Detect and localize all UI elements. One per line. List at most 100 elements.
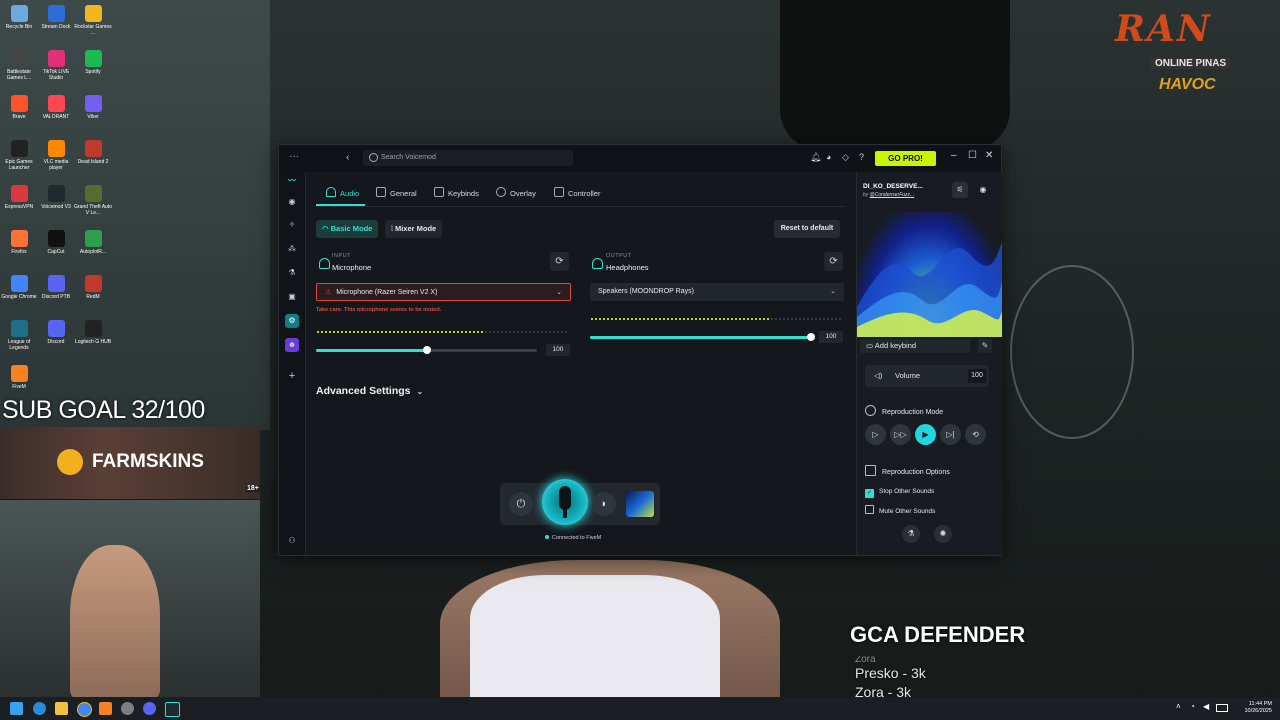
nav-profile-icon[interactable]: ☻ bbox=[285, 338, 299, 352]
play-overlap-button[interactable]: ▷▷ bbox=[890, 424, 911, 445]
explorer-icon[interactable] bbox=[55, 702, 68, 715]
help-icon[interactable]: ? bbox=[859, 152, 864, 162]
desktop-icon[interactable]: VALORANT bbox=[37, 95, 75, 120]
add-keybind-button[interactable]: ▭ Add keybind bbox=[860, 339, 970, 353]
tab-overlay[interactable]: Overlay bbox=[496, 187, 536, 198]
desktop-icon[interactable]: Grand Theft Auto V Le... bbox=[74, 185, 112, 216]
edit-pencil-icon[interactable]: ✎ bbox=[978, 339, 992, 353]
nav-store-icon[interactable]: ▣ bbox=[285, 290, 299, 304]
desktop-icon[interactable]: FiveM bbox=[0, 365, 38, 390]
nav-add-icon[interactable]: + bbox=[285, 369, 299, 383]
voicemod-logo-icon[interactable]: 〰 bbox=[285, 174, 299, 188]
input-device-select[interactable]: ⚠ Microphone (Razer Seiren V2 X) ⌄ bbox=[316, 283, 571, 301]
nav-effects-icon[interactable]: ✧ bbox=[285, 218, 299, 232]
tab-general[interactable]: General bbox=[376, 187, 417, 198]
desktop-icon[interactable]: Epic Games Launcher bbox=[0, 140, 38, 171]
discord-icon[interactable] bbox=[143, 702, 156, 715]
stop-other-sounds-checkbox[interactable]: ✓ Stop Other Sounds bbox=[865, 488, 934, 498]
settings-icon[interactable] bbox=[121, 702, 134, 715]
desktop-icon[interactable]: Discord bbox=[37, 320, 75, 345]
palette-icon[interactable]: ✺ bbox=[934, 525, 952, 543]
desktop-icon[interactable]: VLC media player bbox=[37, 140, 75, 171]
close-button[interactable]: ✕ bbox=[985, 150, 993, 161]
chrome-icon[interactable] bbox=[77, 702, 92, 717]
microphone-icon bbox=[319, 258, 330, 269]
tab-controller[interactable]: Controller bbox=[554, 187, 601, 198]
power-button[interactable]: ⏻ bbox=[509, 492, 533, 516]
desktop-icon[interactable]: Discord PTB bbox=[37, 275, 75, 300]
volume-row[interactable]: ◁) Volume 100 bbox=[865, 365, 989, 387]
start-icon[interactable] bbox=[10, 702, 23, 715]
nav-account-icon[interactable]: ⚇ bbox=[285, 534, 299, 548]
input-level-value[interactable]: 100 bbox=[546, 344, 570, 356]
voice-changer-mic-button[interactable] bbox=[542, 479, 588, 525]
desktop-icon[interactable]: Viber bbox=[74, 95, 112, 120]
go-pro-button[interactable]: GO PRO! bbox=[875, 151, 936, 166]
play-pause-button[interactable]: ▶ bbox=[915, 424, 936, 445]
desktop-icon[interactable]: Stream Dock bbox=[37, 5, 75, 30]
edge-icon[interactable] bbox=[33, 702, 46, 715]
play-loop-button[interactable]: ▷| bbox=[940, 424, 961, 445]
output-refresh-button[interactable]: ⟳ bbox=[824, 252, 843, 271]
voice-thumbnail[interactable] bbox=[626, 491, 654, 517]
nav-settings-icon[interactable]: ⚙ bbox=[285, 314, 299, 328]
desktop-icon[interactable]: Firefox bbox=[0, 230, 38, 255]
desktop-icon[interactable]: Rockstar Games ... bbox=[74, 5, 112, 36]
desktop-icon[interactable]: Brave bbox=[0, 95, 38, 120]
fivem-icon[interactable] bbox=[99, 702, 112, 715]
desktop-icon[interactable]: Logitech G HUB bbox=[74, 320, 112, 345]
nav-voice-changer-icon[interactable]: ◉ bbox=[285, 195, 299, 209]
desktop-icon[interactable]: Voicemod V3 bbox=[37, 185, 75, 210]
speaker-icon[interactable]: ◀ bbox=[1203, 703, 1209, 711]
play-restart-button[interactable]: ▷ bbox=[865, 424, 886, 445]
output-volume-slider[interactable] bbox=[590, 333, 815, 341]
output-device-select[interactable]: Speakers (MOONDROP Rays) ⌄ bbox=[590, 283, 844, 301]
basic-mode-button[interactable]: ◠ Basic Mode bbox=[316, 220, 379, 238]
output-slider-knob[interactable] bbox=[807, 333, 815, 341]
input-refresh-button[interactable]: ⟳ bbox=[550, 252, 569, 271]
voicemod-icon[interactable] bbox=[165, 702, 180, 717]
discord-link-icon[interactable]: ◕ bbox=[826, 152, 831, 162]
volume-value[interactable]: 100 bbox=[968, 369, 986, 383]
record-icon[interactable]: ◉ bbox=[975, 182, 991, 198]
voice-author[interactable]: by @CondenserFuzz... bbox=[863, 192, 914, 198]
desktop-icon[interactable]: Recycle Bin bbox=[0, 5, 38, 30]
desktop-icon[interactable]: RedM bbox=[74, 275, 112, 300]
desktop-icon[interactable]: Battlestate Games L... bbox=[0, 50, 38, 81]
desktop-icon[interactable]: ExpressVPN bbox=[0, 185, 38, 210]
desktop-icon[interactable]: CapCut bbox=[37, 230, 75, 255]
repeat-button[interactable]: ⟲ bbox=[965, 424, 986, 445]
clock[interactable]: 11:44 PM 10/26/2025 bbox=[1244, 701, 1272, 715]
battery-icon[interactable] bbox=[1216, 704, 1228, 712]
tray-chevron-icon[interactable]: ˄ bbox=[1176, 703, 1181, 711]
bell-icon[interactable]: 🔔︎ bbox=[810, 152, 821, 163]
input-volume-slider[interactable] bbox=[316, 346, 537, 354]
mixer-mode-button[interactable]: ⫶ Mixer Mode bbox=[385, 220, 443, 238]
voice-settings-icon[interactable]: ⚟ bbox=[952, 182, 968, 198]
tab-keybinds[interactable]: Keybinds bbox=[434, 187, 479, 198]
advanced-settings-toggle[interactable]: Advanced Settings ⌄ bbox=[316, 385, 423, 397]
back-chevron-icon[interactable]: ‹ bbox=[346, 152, 349, 163]
desktop-icon[interactable]: Google Chrome bbox=[0, 275, 38, 300]
minimize-button[interactable]: – bbox=[951, 150, 957, 161]
desktop-icon[interactable]: TikTok LIVE Studio bbox=[37, 50, 75, 81]
search-input[interactable]: Search Voicemod bbox=[363, 150, 573, 166]
desktop-icon[interactable]: AutoplotR... bbox=[74, 230, 112, 255]
reset-to-default-button[interactable]: Reset to default bbox=[774, 220, 840, 238]
nav-voicelab-icon[interactable]: ⚗ bbox=[285, 266, 299, 280]
flask-icon[interactable]: ⚗ bbox=[902, 525, 920, 543]
menu-dots-icon[interactable]: ··· bbox=[289, 151, 299, 162]
meter-dot bbox=[802, 317, 806, 321]
hear-myself-button[interactable]: ◗ bbox=[592, 492, 616, 516]
desktop-icon[interactable]: Spotify bbox=[74, 50, 112, 75]
desktop-icon[interactable]: Dead Island 2 bbox=[74, 140, 112, 165]
tag-icon[interactable]: ◇ bbox=[842, 152, 849, 163]
wifi-icon[interactable]: ◔ bbox=[1190, 703, 1195, 711]
tab-audio[interactable]: Audio bbox=[326, 187, 359, 198]
output-level-value[interactable]: 100 bbox=[819, 331, 843, 343]
nav-soundboard-icon[interactable]: ⁂ bbox=[285, 242, 299, 256]
input-slider-knob[interactable] bbox=[422, 346, 431, 354]
maximize-button[interactable]: ☐ bbox=[968, 150, 977, 161]
desktop-icon[interactable]: League of Legends bbox=[0, 320, 38, 351]
mute-other-sounds-checkbox[interactable]: Mute Other Sounds bbox=[865, 505, 935, 515]
